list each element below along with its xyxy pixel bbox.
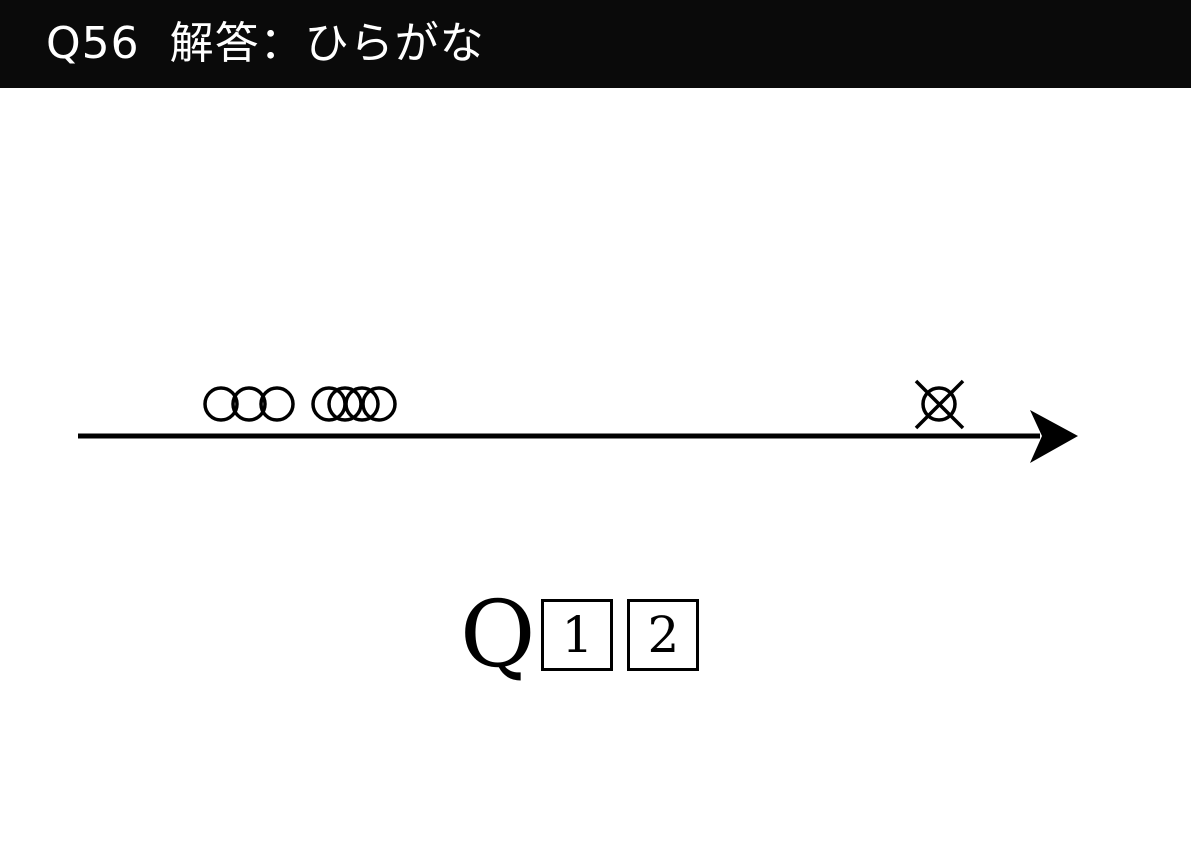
digit-box-2: 2: [627, 599, 700, 671]
crossed-circle-marker: [914, 379, 965, 430]
question-label: Q 1 2: [460, 581, 700, 688]
digit-box-1: 1: [541, 599, 614, 671]
page-title: Q56 解答：ひらがな: [46, 18, 485, 69]
circle-group-three: [203, 386, 295, 422]
circle-group-four: [311, 386, 397, 422]
number-line-diagram: [78, 379, 1078, 463]
header-bar: Q56 解答：ひらがな: [0, 0, 1191, 88]
question-letter: Q: [460, 581, 536, 688]
